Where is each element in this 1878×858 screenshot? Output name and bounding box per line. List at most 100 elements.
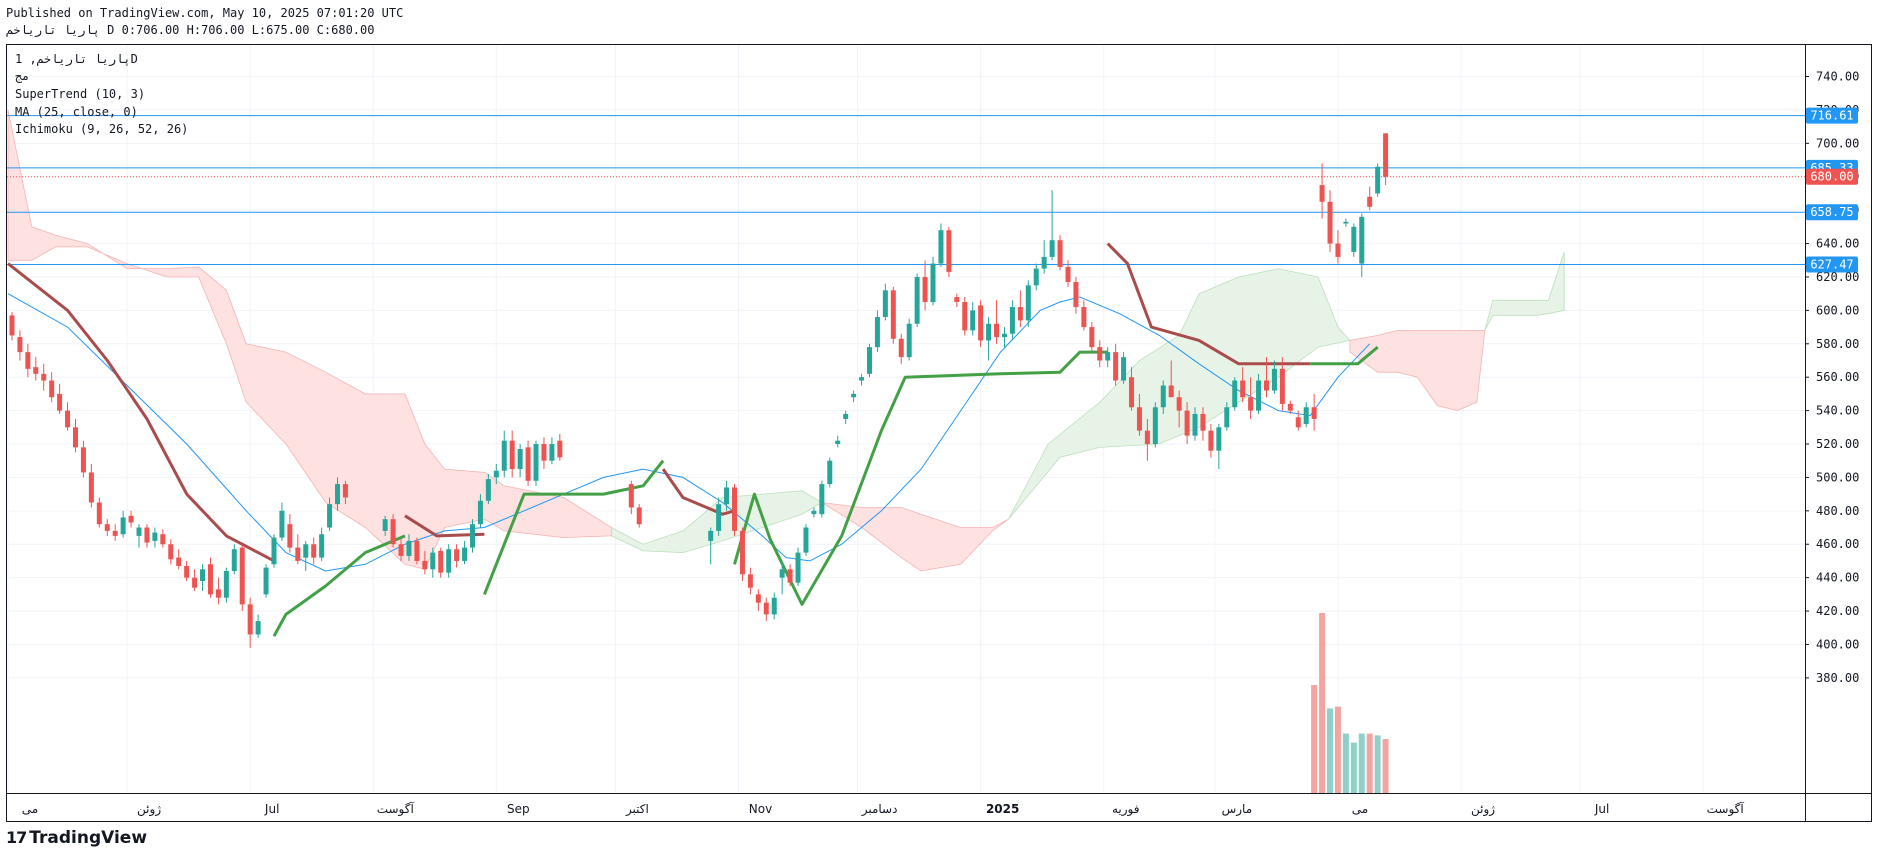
tradingview-logo-text: TradingView xyxy=(29,828,148,848)
candle-body xyxy=(636,507,642,525)
candle-body xyxy=(557,440,563,458)
candle-body xyxy=(192,577,198,588)
candle-body xyxy=(327,504,333,528)
candle-body xyxy=(732,487,738,531)
supertrend-segment xyxy=(272,534,406,637)
candle-body xyxy=(851,393,857,398)
candle-body xyxy=(1263,380,1269,391)
legend-supertrend[interactable]: SuperTrend (10, 3) xyxy=(15,87,145,101)
x-tick-label: Sep xyxy=(507,802,530,816)
candle-body xyxy=(914,276,920,324)
candle-body xyxy=(382,519,388,531)
candle-body xyxy=(898,338,904,358)
candle-body xyxy=(843,413,849,419)
candle-body xyxy=(1208,430,1214,451)
y-tick-label: 460.00 xyxy=(1816,537,1859,551)
candle-body xyxy=(517,449,523,470)
y-tick-label: 480.00 xyxy=(1816,504,1859,518)
candle-body xyxy=(1105,352,1111,361)
legend-symbol[interactable]: پاریا تاریاخم, 1D xyxy=(15,52,138,66)
candle-body xyxy=(1303,407,1309,424)
candle-body xyxy=(65,410,71,428)
tradingview-logo[interactable]: 17 TradingView xyxy=(6,828,147,848)
candle-body xyxy=(938,230,944,264)
candle-body xyxy=(398,544,404,556)
candle-body xyxy=(255,621,261,635)
candle-body xyxy=(930,263,936,303)
candle-body xyxy=(112,530,118,536)
candle-body xyxy=(414,540,420,561)
y-tick-label: 640.00 xyxy=(1816,237,1859,251)
candle-body xyxy=(1049,240,1055,257)
x-tick-label: ژوئن xyxy=(137,802,161,817)
candle-body xyxy=(279,510,285,538)
candle-body xyxy=(493,470,499,478)
candle-body xyxy=(1216,427,1222,451)
candle-body xyxy=(263,567,269,595)
candle-body xyxy=(994,323,1000,338)
y-tick-label: 400.00 xyxy=(1816,637,1859,651)
volume-bar xyxy=(1366,733,1373,793)
candle-body xyxy=(271,537,277,565)
candle-body xyxy=(295,547,301,561)
candle-body xyxy=(1359,216,1365,264)
legend-exchange: مج xyxy=(15,69,30,83)
legend-ichimoku[interactable]: Ichimoku (9, 26, 52, 26) xyxy=(15,122,188,136)
price-badge-label: 716.61 xyxy=(1810,109,1853,123)
candle-body xyxy=(1160,385,1166,408)
y-tick-label: 580.00 xyxy=(1816,337,1859,351)
legend-ma[interactable]: MA (25, close, 0) xyxy=(15,105,138,119)
candle-body xyxy=(25,352,31,369)
candle-body xyxy=(803,527,809,553)
candle-body xyxy=(96,502,102,525)
candle-body xyxy=(430,552,436,570)
candle-body xyxy=(1017,307,1023,321)
candle-body xyxy=(739,530,745,575)
cloud-segment xyxy=(1484,251,1565,331)
candle-body xyxy=(509,440,515,470)
y-tick-label: 740.00 xyxy=(1816,70,1859,84)
candle-body xyxy=(716,504,722,531)
candle-body xyxy=(33,367,39,374)
candle-body xyxy=(1248,397,1254,411)
y-tick-label: 600.00 xyxy=(1816,303,1859,317)
candle-body xyxy=(811,510,817,515)
candle-body xyxy=(866,347,872,374)
price-badge-label: 627.47 xyxy=(1810,257,1853,271)
candle-body xyxy=(319,534,325,558)
x-tick-label: مارس xyxy=(1222,802,1253,817)
candle-body xyxy=(771,597,777,615)
candle-body xyxy=(303,544,309,558)
candle-body xyxy=(1335,243,1341,257)
candle-body xyxy=(906,323,912,358)
candle-body xyxy=(1192,413,1198,436)
candle-body xyxy=(120,517,126,535)
y-tick-label: 500.00 xyxy=(1816,470,1859,484)
candle-body xyxy=(1033,268,1039,286)
candle-body xyxy=(144,527,150,543)
candle-body xyxy=(1287,403,1293,411)
x-tick-label: Jul xyxy=(1594,802,1609,816)
candle-body xyxy=(1009,307,1015,334)
volume-bar xyxy=(1358,733,1365,793)
candle-body xyxy=(1224,407,1230,428)
time-axis[interactable]: می ژوئن Jul آگوست Sep اکتبر Nov دسامبر 2025 فوریه… xyxy=(22,801,1745,817)
x-tick-label: آگوست xyxy=(1707,801,1745,817)
candle-body xyxy=(954,297,960,303)
candle-body xyxy=(755,594,761,603)
volume-bar xyxy=(1311,685,1318,793)
x-tick-label: ژوئن xyxy=(1471,802,1495,817)
candle-body xyxy=(549,444,555,461)
candle-body xyxy=(239,547,245,605)
candle-body xyxy=(962,302,968,331)
candle-body xyxy=(1176,397,1182,411)
chart[interactable]: 740.00720.00700.00680.00660.00640.00620.… xyxy=(0,0,1878,858)
candle-body xyxy=(1113,352,1119,381)
candle-body xyxy=(859,377,865,381)
supertrend-segment xyxy=(7,262,275,563)
x-tick-label: 2025 xyxy=(986,802,1019,816)
candle-body xyxy=(1295,417,1301,428)
candle-body xyxy=(1256,380,1262,411)
candle-body xyxy=(1168,385,1174,398)
volume-bar xyxy=(1327,708,1334,793)
